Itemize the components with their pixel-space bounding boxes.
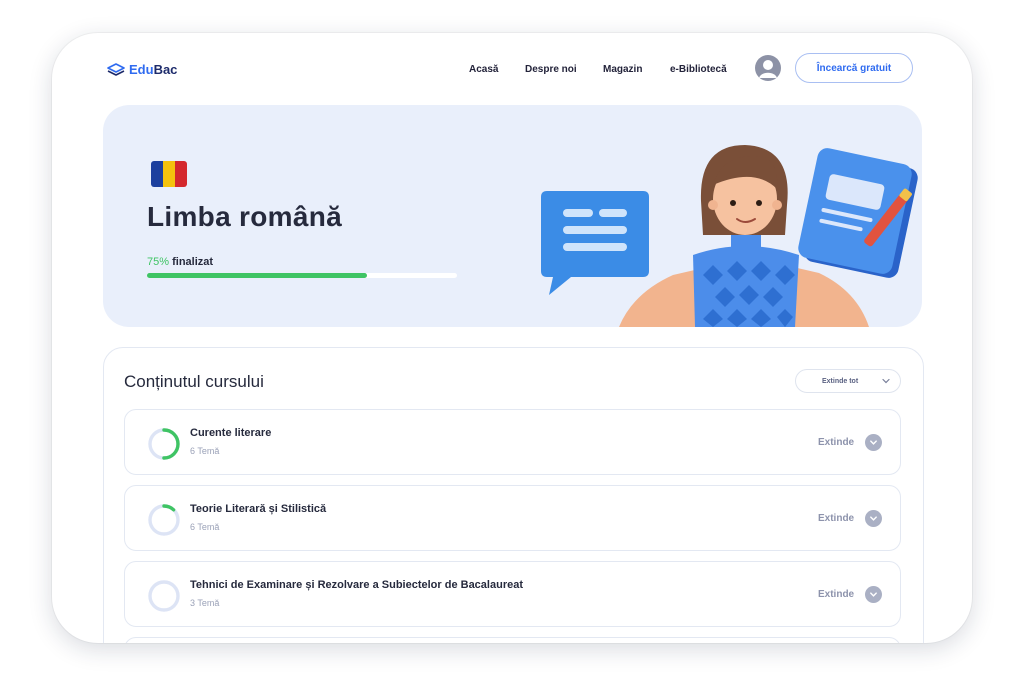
stacked-layers-icon	[107, 62, 125, 76]
course-hero: Limba română 75% finalizat	[103, 105, 922, 327]
student-illustration	[541, 145, 918, 327]
notebook-icon	[798, 148, 918, 278]
course-content-title: Conținutul cursului	[124, 372, 264, 391]
section-title: Curente literare	[190, 427, 272, 439]
progress-label: 75% finalizat	[147, 256, 213, 268]
nav-link-acasa[interactable]: Acasă	[469, 64, 498, 75]
app-window: EduBac Acasă Despre noi Magazin e-Biblio…	[52, 33, 972, 643]
progress-bar	[147, 273, 457, 278]
progress-suffix: finalizat	[172, 256, 214, 268]
course-section-partial[interactable]	[124, 637, 901, 643]
course-content-panel: Conținutul cursului Extinde tot Curente …	[103, 347, 924, 643]
chevron-down-icon	[882, 378, 890, 384]
romania-flag-icon	[151, 161, 187, 187]
logo-text: EduBac	[129, 62, 178, 77]
section-subtitle: 3 Temă	[190, 598, 220, 608]
chevron-down-circle-icon[interactable]	[865, 510, 882, 527]
nav-link-e-biblioteca[interactable]: e-Bibliotecă	[670, 64, 727, 75]
course-section[interactable]: Tehnici de Examinare și Rezolvare a Subi…	[124, 561, 901, 627]
chat-bubble-icon	[541, 191, 649, 295]
chevron-down-circle-icon[interactable]	[865, 434, 882, 451]
section-progress-ring	[148, 580, 180, 612]
expand-all-button[interactable]: Extinde tot	[795, 369, 901, 393]
course-title: Limba română	[147, 201, 342, 232]
progress-bar-fill	[147, 273, 368, 278]
course-section[interactable]: Teorie Literară și Stilistică 6 Temă Ext…	[124, 485, 901, 551]
section-expand-link[interactable]: Extinde	[818, 513, 854, 524]
edubac-logo[interactable]: EduBac	[107, 62, 177, 77]
section-progress-ring	[148, 428, 180, 460]
chevron-down-circle-icon[interactable]	[865, 586, 882, 603]
user-avatar-icon[interactable]	[755, 55, 781, 81]
section-expand-link[interactable]: Extinde	[818, 589, 854, 600]
section-progress-ring	[148, 504, 180, 536]
section-expand-link[interactable]: Extinde	[818, 437, 854, 448]
expand-all-label: Extinde tot	[822, 377, 859, 385]
nav-link-despre-noi[interactable]: Despre noi	[525, 64, 577, 75]
try-free-button[interactable]: Încearcă gratuit	[795, 53, 913, 83]
course-section[interactable]: Curente literare 6 Temă Extinde	[124, 409, 901, 475]
section-title: Teorie Literară și Stilistică	[190, 503, 327, 515]
section-subtitle: 6 Temă	[190, 522, 220, 532]
section-title: Tehnici de Examinare și Rezolvare a Subi…	[190, 579, 523, 591]
nav-link-magazin[interactable]: Magazin	[603, 64, 642, 75]
section-subtitle: 6 Temă	[190, 446, 220, 456]
progress-percent: 75%	[147, 256, 170, 268]
